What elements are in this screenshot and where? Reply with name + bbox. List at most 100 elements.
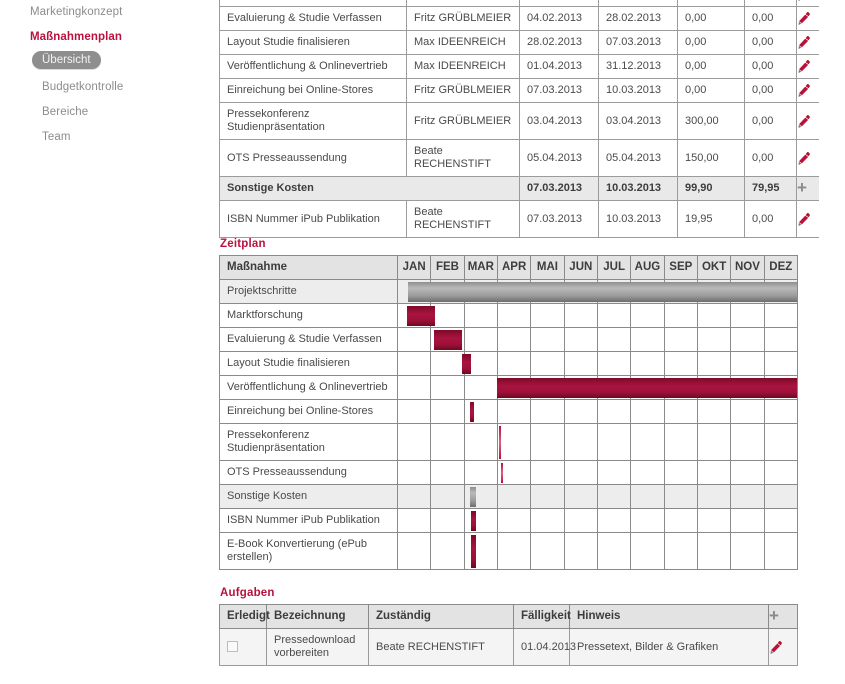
table-row[interactable]: Evaluierung & Studie Verfassen Fritz GRÜB… <box>219 6 819 31</box>
gantt-cell <box>430 375 465 400</box>
gantt-cell <box>563 327 598 352</box>
table-row[interactable]: Pressekonferenz Studienpräsentation Fritz… <box>219 102 819 140</box>
aufgaben-col-zust-ndig: Zuständig <box>368 604 514 629</box>
sidebar-item-marketingkonzept[interactable]: Marketingkonzept <box>0 0 200 25</box>
gantt-cell <box>630 532 665 570</box>
gantt-cell <box>596 303 632 328</box>
massnahmen-table-region: MarktforschungMax IDEENREICH11.01.201304… <box>219 0 819 238</box>
gantt-row[interactable]: ISBN Nummer iPub Publikation <box>219 508 798 533</box>
cell-name: Veröffentlichung & Onlinevertrieb <box>219 54 407 79</box>
cell-sum-planned: 0,00 <box>677 78 745 103</box>
cell-name: OTS Presseaussendung <box>219 139 407 177</box>
gantt-cell <box>396 375 432 400</box>
gantt-row[interactable]: Einreichung bei Online-Stores <box>219 399 798 424</box>
cell-sum-actual: 0,00 <box>744 102 797 140</box>
cell-sum-planned: 19,95 <box>677 200 745 238</box>
edit-row-button[interactable] <box>796 78 819 103</box>
edit-row-button[interactable] <box>796 54 819 79</box>
table-row[interactable]: OTS Presseaussendung Beate RECHENSTIFT 05.… <box>219 139 819 177</box>
gantt-row[interactable]: OTS Presseaussendung <box>219 460 798 485</box>
sidebar-item-bereiche[interactable]: Bereiche <box>0 100 200 125</box>
aufgaben-table: Erledigt Bezeichnung Zuständig Fälligkeit Hi… <box>219 604 798 666</box>
gantt-cell <box>396 484 432 509</box>
aufgaben-col-erledigt: Erledigt <box>219 604 270 629</box>
sidebar-item--bersicht[interactable]: Übersicht <box>0 50 200 75</box>
gantt-cell <box>463 484 498 509</box>
gantt-cell <box>463 460 498 485</box>
cell-start-date: 28.02.2013 <box>519 30 599 55</box>
gantt-cell <box>596 399 632 424</box>
gantt-cell <box>396 423 432 461</box>
sidebar-item-budgetkontrolle[interactable]: Budgetkontrolle <box>0 75 200 100</box>
gantt-row[interactable]: Pressekonferenz Studienpräsentation <box>219 423 798 461</box>
gantt-row[interactable]: Sonstige Kosten <box>219 484 798 509</box>
cell-end-date: 03.04.2013 <box>598 102 678 140</box>
cell-sum-actual: 0,00 <box>744 30 797 55</box>
table-row[interactable]: Einreichung bei Online-Stores Fritz GRÜBL… <box>219 78 819 103</box>
gantt-cell <box>396 532 432 570</box>
sidebar-item-team[interactable]: Team <box>0 125 200 150</box>
edit-row-button[interactable] <box>796 30 819 55</box>
gantt-row-label: Veröffentlichung & Onlinevertrieb <box>219 375 398 400</box>
gantt-cell <box>496 460 532 485</box>
gantt-row[interactable]: Evaluierung & Studie Verfassen <box>219 327 798 352</box>
table-row[interactable]: Veröffentlichung & Onlinevertrieb Max IDE… <box>219 54 819 79</box>
gantt-cell <box>630 303 665 328</box>
gantt-cell <box>430 327 465 352</box>
gantt-cell <box>396 351 432 376</box>
table-row[interactable]: Layout Studie finalisieren Max IDEENREICH… <box>219 30 819 55</box>
cell-responsible: Beate RECHENSTIFT <box>406 237 520 238</box>
edit-task-button[interactable] <box>768 628 798 666</box>
cell-name: Sonstige Kosten <box>219 176 520 201</box>
table-row[interactable]: E-Book Konvertierung (ePub erstellen)Bea… <box>219 237 819 238</box>
task-done-checkbox[interactable] <box>219 628 267 666</box>
cell-sum-planned: 0,00 <box>677 30 745 55</box>
edit-row-button[interactable] <box>796 139 819 177</box>
cell-responsible: Max IDEENREICH <box>406 30 520 55</box>
table-row[interactable]: Pressedownload vorbereiten Beate RECHENST… <box>219 628 798 666</box>
checkbox-icon[interactable] <box>227 641 238 653</box>
add-task-button[interactable]: + <box>768 604 798 629</box>
main-content: MarktforschungMax IDEENREICH11.01.201304… <box>219 0 819 666</box>
edit-row-button[interactable] <box>796 200 819 238</box>
gantt-row[interactable]: Marktforschung <box>219 303 798 328</box>
gantt-cell <box>430 423 465 461</box>
table-row[interactable]: ISBN Nummer iPub Publikation Beate RECHEN… <box>219 200 819 238</box>
gantt-row[interactable]: Veröffentlichung & Onlinevertrieb <box>219 375 798 400</box>
gantt-row[interactable]: Projektschritte <box>219 279 798 304</box>
pencil-icon <box>798 114 810 128</box>
gantt-cell <box>563 532 598 570</box>
plus-icon[interactable]: + <box>797 179 807 196</box>
gantt-cell <box>563 303 598 328</box>
cell-name: Evaluierung & Studie Verfassen <box>219 6 407 31</box>
app-page: Marketingkonzept Maßnahmenplan Übersicht Bu… <box>0 0 845 684</box>
plus-icon[interactable]: + <box>769 607 779 624</box>
gantt-cell <box>663 399 698 424</box>
gantt-row-label: ISBN Nummer iPub Publikation <box>219 508 398 533</box>
gantt-cell <box>630 484 665 509</box>
cell-responsible: Fritz GRÜBLMEIER <box>406 78 520 103</box>
gantt-cell <box>530 423 565 461</box>
cell-responsible: Beate RECHENSTIFT <box>406 200 520 238</box>
gantt-cell <box>596 375 632 400</box>
gantt-row[interactable]: Layout Studie finalisieren <box>219 351 798 376</box>
edit-row-button[interactable] <box>796 237 819 238</box>
gantt-row[interactable]: E-Book Konvertierung (ePub erstellen) <box>219 532 798 570</box>
cell-responsible: Fritz GRÜBLMEIER <box>406 6 520 31</box>
gantt-cell <box>596 351 632 376</box>
add-row-button[interactable]: + <box>796 176 819 201</box>
gantt-cell <box>496 279 532 304</box>
edit-row-button[interactable] <box>796 102 819 140</box>
gantt-cell <box>630 423 665 461</box>
gantt-cell <box>463 279 498 304</box>
gantt-cell <box>663 279 698 304</box>
gantt-cell <box>530 351 565 376</box>
sidebar-item-ma-nahmenplan[interactable]: Maßnahmenplan <box>0 25 200 50</box>
sidebar: Marketingkonzept Maßnahmenplan Übersicht Bu… <box>0 0 200 684</box>
cell-start-date: 05.04.2013 <box>519 139 599 177</box>
edit-row-button[interactable] <box>796 6 819 31</box>
gantt-cell <box>763 303 798 328</box>
table-row[interactable]: Sonstige Kosten 07.03.2013 10.03.2013 99,90… <box>219 176 819 201</box>
gantt-row-label: Layout Studie finalisieren <box>219 351 398 376</box>
gantt-cell <box>396 303 432 328</box>
